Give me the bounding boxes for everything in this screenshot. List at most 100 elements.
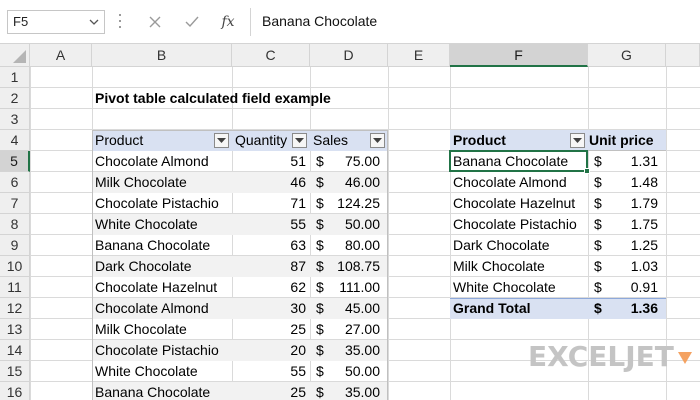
pivot-unit-price-cell[interactable]: 1.48 — [588, 172, 658, 193]
source-product-cell[interactable]: Banana Chocolate — [95, 382, 230, 400]
row-header-16[interactable]: 16 — [0, 382, 30, 400]
pivot-unit-price-cell[interactable]: 0.91 — [588, 277, 658, 298]
source-table-border-right — [387, 130, 388, 400]
row-header-7[interactable]: 7 — [0, 193, 30, 214]
pivot-unit-price-cell[interactable]: 1.79 — [588, 193, 658, 214]
source-quantity-cell[interactable]: 25 — [232, 319, 306, 340]
active-cell-selection[interactable] — [449, 150, 588, 172]
row-header-11[interactable]: 11 — [0, 277, 30, 298]
pivot-unit-price-cell[interactable]: 1.03 — [588, 256, 658, 277]
source-quantity-cell[interactable]: 87 — [232, 256, 306, 277]
pivot-product-cell[interactable]: Chocolate Hazelnut — [453, 193, 586, 214]
source-quantity-cell[interactable]: 63 — [232, 235, 306, 256]
pivot-grand-total-label: Grand Total — [453, 300, 531, 316]
exceljet-logo: EXCELJET — [528, 340, 694, 373]
column-header-g[interactable]: G — [588, 44, 666, 67]
source-quantity-cell[interactable]: 51 — [232, 151, 306, 172]
insert-function-button[interactable]: fx — [218, 12, 238, 32]
source-sales-cell[interactable]: 50.00 — [310, 361, 380, 382]
name-box[interactable]: F5 — [7, 10, 105, 34]
source-sales-cell[interactable]: 50.00 — [310, 214, 380, 235]
pivot-grand-total-value[interactable]: 1.36 — [588, 298, 658, 319]
source-product-cell[interactable]: Chocolate Pistachio — [95, 193, 230, 214]
row-header-13[interactable]: 13 — [0, 319, 30, 340]
pivot-header-product: Product — [453, 132, 506, 148]
row-header-14[interactable]: 14 — [0, 340, 30, 361]
pivot-product-cell[interactable]: Milk Chocolate — [453, 256, 586, 277]
source-sales-cell[interactable]: 35.00 — [310, 382, 380, 400]
source-sales-cell[interactable]: 27.00 — [310, 319, 380, 340]
pivot-unit-price-cell[interactable]: 1.31 — [588, 151, 658, 172]
row-header-5[interactable]: 5 — [0, 151, 30, 172]
source-sales-cell[interactable]: 111.00 — [310, 277, 380, 298]
column-header-e[interactable]: E — [388, 44, 450, 67]
source-sales-cell[interactable]: 35.00 — [310, 340, 380, 361]
row-header-15[interactable]: 15 — [0, 361, 30, 382]
source-sales-cell[interactable]: 108.75 — [310, 256, 380, 277]
pivot-product-cell[interactable]: Chocolate Pistachio — [453, 214, 586, 235]
source-quantity-cell[interactable]: 20 — [232, 340, 306, 361]
logo-mark-icon — [677, 352, 692, 364]
source-product-cell[interactable]: Chocolate Hazelnut — [95, 277, 230, 298]
name-box-value: F5 — [13, 14, 29, 29]
select-all-icon[interactable] — [0, 44, 30, 67]
row-header-6[interactable]: 6 — [0, 172, 30, 193]
select-all-corner[interactable] — [0, 44, 30, 67]
pivot-unit-price-cell[interactable]: 1.25 — [588, 235, 658, 256]
filter-dropdown-button[interactable] — [370, 133, 385, 148]
filter-dropdown-button[interactable] — [292, 133, 307, 148]
pivot-product-cell[interactable]: Dark Chocolate — [453, 235, 586, 256]
chevron-down-icon — [295, 138, 304, 143]
formula-input[interactable]: Banana Chocolate — [262, 13, 377, 29]
source-sales-cell[interactable]: 75.00 — [310, 151, 380, 172]
source-table-header: Sales — [313, 132, 349, 148]
column-header-c[interactable]: C — [232, 44, 310, 67]
source-quantity-cell[interactable]: 55 — [232, 214, 306, 235]
column-header-f[interactable]: F — [450, 44, 588, 67]
source-product-cell[interactable]: White Chocolate — [95, 361, 230, 382]
pivot-filter-dropdown-button[interactable] — [570, 133, 585, 148]
column-header-d[interactable]: D — [310, 44, 388, 67]
source-product-cell[interactable]: Milk Chocolate — [95, 172, 230, 193]
formula-bar-divider — [250, 8, 251, 36]
row-header-2[interactable]: 2 — [0, 88, 30, 109]
source-table-header: Product — [95, 132, 144, 148]
source-quantity-cell[interactable]: 55 — [232, 361, 306, 382]
pivot-product-cell[interactable]: Chocolate Almond — [453, 172, 586, 193]
filter-dropdown-button[interactable] — [214, 133, 229, 148]
source-quantity-cell[interactable]: 25 — [232, 382, 306, 400]
source-sales-cell[interactable]: 80.00 — [310, 235, 380, 256]
formula-bar: F5 fx Banana Chocolate — [0, 0, 700, 44]
chevron-down-icon[interactable] — [88, 16, 100, 28]
pivot-product-cell[interactable]: White Chocolate — [453, 277, 586, 298]
source-quantity-cell[interactable]: 62 — [232, 277, 306, 298]
row-header-8[interactable]: 8 — [0, 214, 30, 235]
source-product-cell[interactable]: Banana Chocolate — [95, 235, 230, 256]
source-product-cell[interactable]: White Chocolate — [95, 214, 230, 235]
source-quantity-cell[interactable]: 30 — [232, 298, 306, 319]
column-header-a[interactable]: A — [30, 44, 92, 67]
source-product-cell[interactable]: Chocolate Almond — [95, 151, 230, 172]
row-header-10[interactable]: 10 — [0, 256, 30, 277]
enter-check-icon[interactable] — [182, 12, 202, 32]
source-product-cell[interactable]: Dark Chocolate — [95, 256, 230, 277]
source-sales-cell[interactable]: 46.00 — [310, 172, 380, 193]
source-product-cell[interactable]: Chocolate Almond — [95, 298, 230, 319]
source-product-cell[interactable]: Milk Chocolate — [95, 319, 230, 340]
fill-handle[interactable] — [584, 168, 590, 174]
drag-handle-icon[interactable] — [117, 14, 123, 30]
pivot-unit-price-cell[interactable]: 1.75 — [588, 214, 658, 235]
column-header-b[interactable]: B — [92, 44, 232, 67]
source-sales-cell[interactable]: 124.25 — [310, 193, 380, 214]
chevron-down-icon — [217, 138, 226, 143]
source-product-cell[interactable]: Chocolate Pistachio — [95, 340, 230, 361]
row-header-1[interactable]: 1 — [0, 67, 30, 88]
row-header-3[interactable]: 3 — [0, 109, 30, 130]
source-sales-cell[interactable]: 45.00 — [310, 298, 380, 319]
cancel-icon[interactable] — [145, 12, 165, 32]
row-header-12[interactable]: 12 — [0, 298, 30, 319]
source-quantity-cell[interactable]: 46 — [232, 172, 306, 193]
row-header-9[interactable]: 9 — [0, 235, 30, 256]
source-quantity-cell[interactable]: 71 — [232, 193, 306, 214]
row-header-4[interactable]: 4 — [0, 130, 30, 151]
